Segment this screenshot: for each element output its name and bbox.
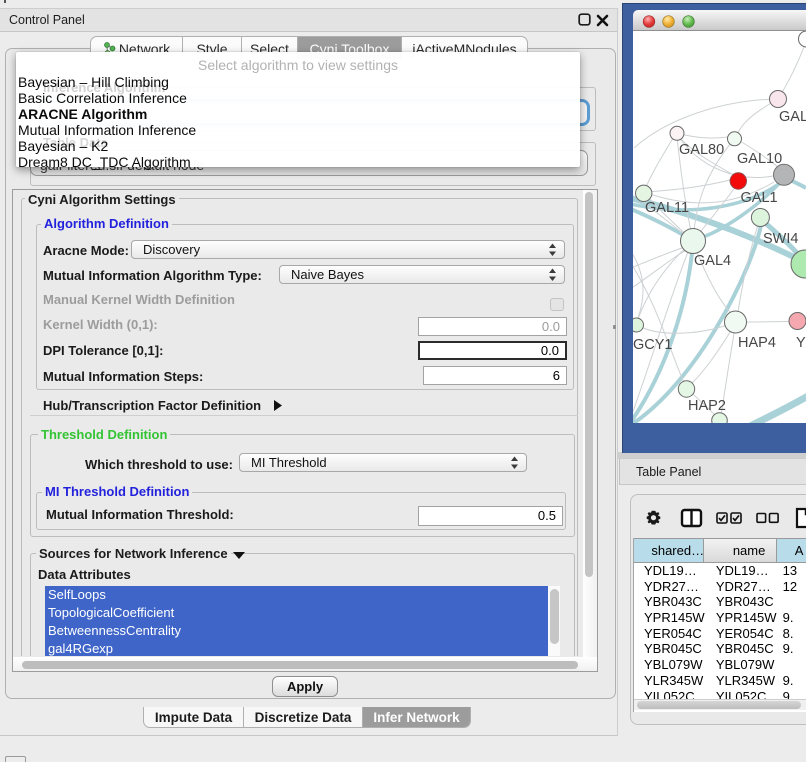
svg-text:GAL4: GAL4 [694,253,731,269]
svg-text:SWI4: SWI4 [763,231,798,247]
svg-text:GAL11: GAL11 [645,200,689,216]
svg-text:GCY1: GCY1 [633,337,673,353]
svg-text:HAP4: HAP4 [738,335,776,351]
svg-text:GAL1: GAL1 [741,190,778,206]
svg-text:Y: Y [796,335,806,351]
svg-text:GAL10: GAL10 [737,151,782,167]
svg-text:GAL7: GAL7 [779,109,806,125]
svg-text:GAL80: GAL80 [679,142,724,158]
svg-text:HAP2: HAP2 [688,398,726,414]
